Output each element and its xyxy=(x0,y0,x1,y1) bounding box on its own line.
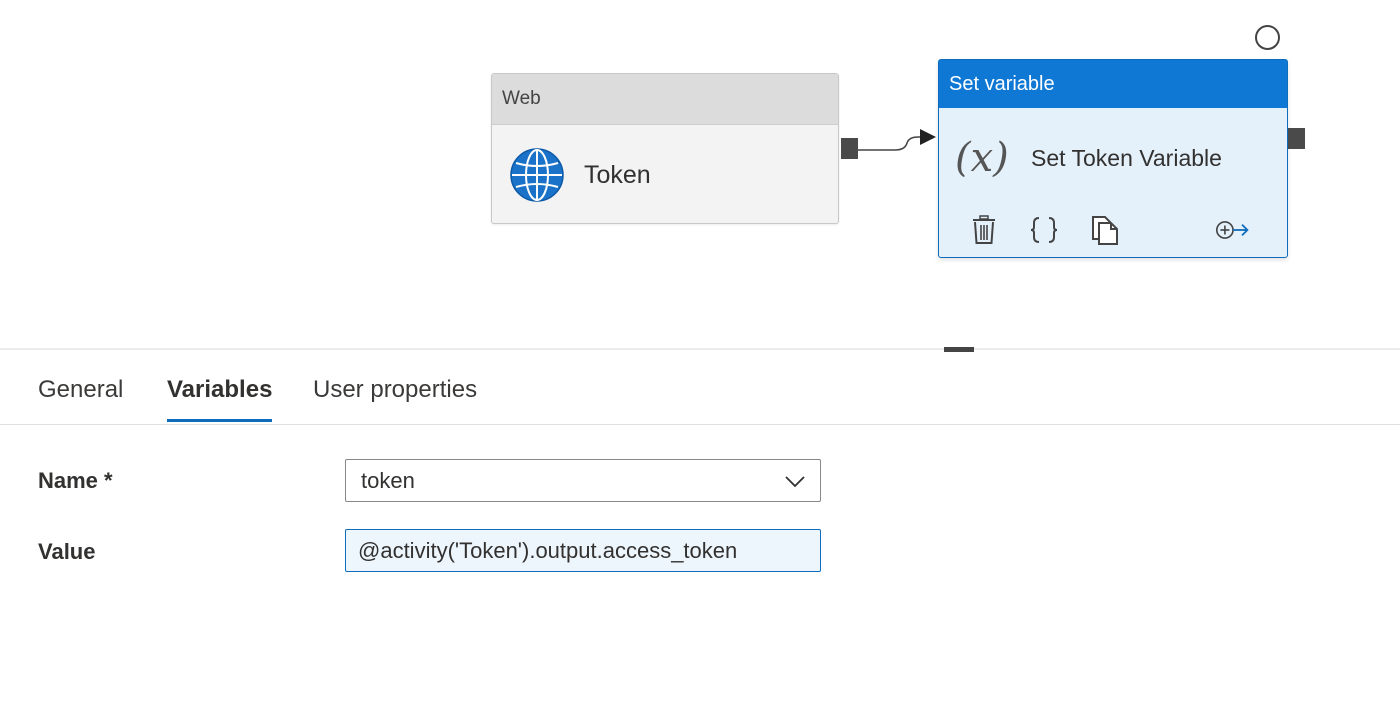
tab-variables[interactable]: Variables xyxy=(167,376,273,422)
activity-status-indicator xyxy=(1255,25,1280,50)
set-variable-output-port[interactable] xyxy=(1288,128,1305,149)
value-input[interactable]: @activity('Token').output.access_token xyxy=(345,529,821,572)
web-activity-node[interactable]: Web Token xyxy=(491,73,839,224)
view-code-button[interactable] xyxy=(1026,210,1062,250)
pipeline-canvas[interactable]: Web Token Set variable (x) Set Token Var… xyxy=(0,0,1400,348)
fx-icon: (x) xyxy=(955,135,1009,181)
copy-icon xyxy=(1092,216,1118,245)
web-activity-type: Web xyxy=(492,74,838,125)
clone-activity-button[interactable] xyxy=(1087,210,1123,250)
value-field-label: Value xyxy=(38,539,96,564)
add-output-button[interactable] xyxy=(1215,210,1251,250)
tab-user-properties[interactable]: User properties xyxy=(313,376,477,419)
code-icon xyxy=(1030,217,1058,243)
web-activity-output-port[interactable] xyxy=(841,138,858,159)
web-activity-name: Token xyxy=(584,160,651,189)
splitter-handle[interactable] xyxy=(944,347,974,352)
set-variable-activity-node[interactable]: Set variable (x) Set Token Variable xyxy=(938,59,1288,258)
name-dropdown-value: token xyxy=(361,467,415,493)
name-dropdown[interactable]: token xyxy=(345,459,821,502)
panel-splitter xyxy=(0,348,1400,350)
value-input-text: @activity('Token').output.access_token xyxy=(358,537,738,563)
set-variable-activity-name: Set Token Variable xyxy=(1031,144,1222,171)
tab-general[interactable]: General xyxy=(38,376,123,419)
globe-icon xyxy=(510,148,564,202)
trash-icon xyxy=(973,215,995,244)
chevron-down-icon xyxy=(785,476,805,488)
name-field-label: Name * xyxy=(38,468,113,493)
add-output-icon xyxy=(1215,221,1249,239)
delete-activity-button[interactable] xyxy=(966,210,1002,250)
set-variable-activity-type: Set variable xyxy=(939,60,1287,108)
properties-tabs: General Variables User properties xyxy=(0,362,1400,425)
